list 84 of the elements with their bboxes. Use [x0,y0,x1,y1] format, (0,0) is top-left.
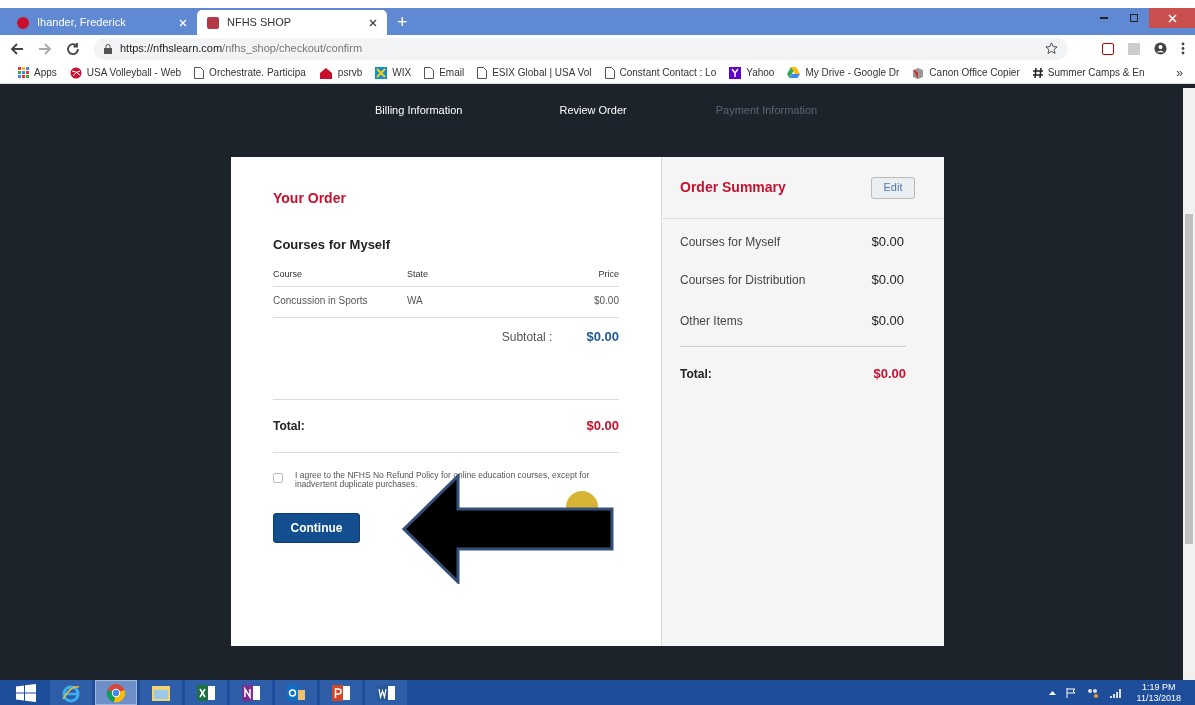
more-bookmarks-button[interactable]: » [1176,63,1183,82]
table-cell-text: Concussion in Sports [273,294,369,308]
subtotal-label: Subtotal : [501,329,553,346]
wix-logo-icon [375,66,388,79]
house-logo-icon [318,66,333,79]
yahoo-logo-icon [729,66,742,79]
drive-logo-icon [787,67,801,78]
signal-icon[interactable] [1108,687,1121,698]
summary-value: $0.00 [871,233,904,252]
folder-icon[interactable] [140,680,182,705]
page-icon [424,66,435,79]
url-text: https://nfhslearn.com/nfhs_shop/checkout/confirm [120,41,363,57]
scrollbar[interactable] [1183,88,1195,680]
ball-logo-icon [69,66,82,79]
start-icon[interactable] [16,683,36,702]
lock-icon [104,43,112,54]
total-value: $0.00 [586,416,619,435]
section-heading: Courses for Myself [273,236,392,254]
bookmark-item[interactable]: My Drive - Google Dr [787,65,900,80]
checkout-step[interactable]: Billing Information [375,101,463,119]
bookmark-item[interactable]: USA Volleyball - Web [69,65,182,80]
bookmark-item[interactable]: psrvb [318,65,363,80]
tab-title: NFHS SHOP [227,15,293,31]
section-title: Your Order [273,189,347,208]
section-title: Order Summary [680,178,786,197]
extension-icon[interactable] [1102,42,1114,55]
clock-time[interactable]: 1:19 PM [1142,681,1176,693]
reload-icon[interactable] [66,41,80,56]
total-label: Total: [680,365,712,383]
table-cell-text: WA [407,294,424,308]
column-header: Course [273,268,303,282]
bookmark-item[interactable]: Constant Contact : Lo [604,65,717,80]
column-header: State [407,268,429,282]
mail-app-icon[interactable] [275,680,317,705]
summary-label: Courses for Myself [680,234,781,251]
bookmark-item[interactable]: Orchestrate. Participa [194,65,306,80]
bookmark-item[interactable]: Email [424,65,465,80]
summary-value: $0.00 [871,312,904,331]
site-icon [207,16,219,29]
agree-checkbox[interactable] [273,472,283,483]
page-icon [604,66,615,79]
internet-explorer-icon[interactable] [50,680,92,705]
summary-label: Courses for Distribution [680,272,806,289]
edit-button[interactable]: Edit [871,176,915,199]
bookmark-item[interactable]: ESIX Global | USA Vol [477,65,592,80]
site-icon [17,16,29,29]
clock-date[interactable]: 11/13/2018 [1136,692,1181,704]
flag-icon[interactable] [1065,687,1077,698]
total-label: Total: [273,417,305,435]
total-value: $0.00 [873,364,906,383]
subtotal-value: $0.00 [586,328,619,347]
document-app-icon[interactable] [365,680,407,705]
spreadsheet-app-icon[interactable] [185,680,227,705]
seal-icon [565,490,599,508]
page-icon [194,66,205,79]
summary-value: $0.00 [871,271,904,290]
tab-title: Ihander, Frederick [37,15,127,31]
address-bar[interactable]: https://nfhslearn.com/nfhs_shop/checkout/confirm [94,37,1068,60]
profile-icon[interactable] [1154,42,1167,55]
browser-tab[interactable]: NFHS SHOP [197,10,387,35]
table-cell-text: $0.00 [593,294,619,308]
bookmark-item[interactable]: Yahoo [729,65,775,80]
bookmark-item[interactable]: Summer Camps & En [1032,65,1145,80]
tray-arrow-icon[interactable] [1048,690,1056,695]
summary-label: Other Items [680,313,743,330]
notebook-app-icon[interactable] [230,680,272,705]
page-icon [477,66,488,79]
close-icon [1167,13,1177,23]
checkout-step[interactable]: Review Order [559,101,627,119]
apps-grid-icon [18,67,29,78]
box-logo-icon [912,66,925,79]
menu-icon[interactable] [1181,42,1185,55]
bookmark-item[interactable]: WIX [375,65,412,80]
column-header: Price [598,268,619,282]
continue-button[interactable]: Continue [273,512,360,543]
back-icon[interactable] [10,41,24,56]
bookmark-item[interactable]: Canon Office Copier [912,65,1020,80]
network-share-icon[interactable] [1086,687,1099,698]
chrome-icon[interactable] [95,680,137,705]
slides-app-icon[interactable] [320,680,362,705]
star-icon[interactable] [1045,42,1058,55]
bookmark-item[interactable]: Apps [18,65,57,80]
hash-logo-icon [1032,66,1043,79]
close-icon[interactable] [369,18,377,27]
